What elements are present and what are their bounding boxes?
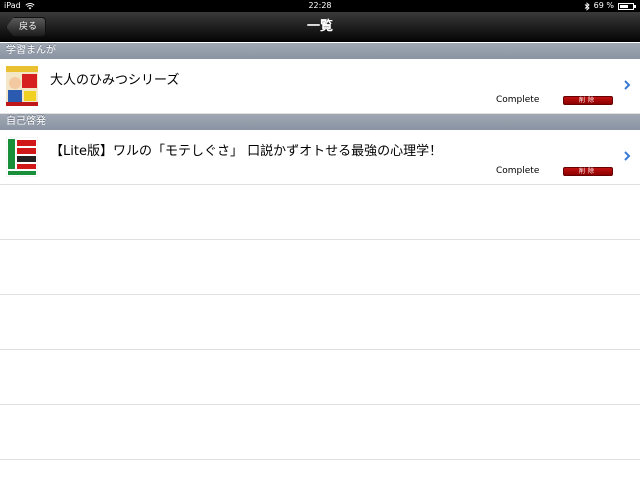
section-header-manga: 学習まんが bbox=[0, 43, 640, 59]
delete-button[interactable]: 削除 bbox=[563, 96, 613, 105]
navigation-bar: 一覧 戻る bbox=[0, 12, 640, 42]
download-status: Complete bbox=[496, 166, 540, 176]
item-title: 大人のひみつシリーズ bbox=[50, 73, 180, 88]
clock: 22:28 bbox=[308, 1, 332, 10]
book-cover-thumbnail bbox=[6, 66, 38, 106]
delete-button[interactable]: 削除 bbox=[563, 167, 613, 176]
battery-icon bbox=[618, 2, 636, 10]
list-item[interactable]: 大人のひみつシリーズ Complete 削除 bbox=[0, 59, 640, 114]
page-title: 一覧 bbox=[306, 19, 333, 34]
empty-row bbox=[0, 405, 640, 460]
bluetooth-icon bbox=[584, 1, 590, 11]
empty-row bbox=[0, 185, 640, 240]
book-cover-thumbnail bbox=[6, 137, 38, 177]
empty-row bbox=[0, 295, 640, 350]
list-item[interactable]: 【Lite版】ワルの「モテしぐさ」 口説かずオトせる最強の心理学！ Comple… bbox=[0, 130, 640, 185]
status-bar: iPad 22:28 69 % bbox=[0, 0, 640, 12]
chevron-right-icon bbox=[624, 151, 631, 161]
download-status: Complete bbox=[496, 95, 540, 105]
section-header-self-help: 自己啓発 bbox=[0, 114, 640, 130]
item-title: 【Lite版】ワルの「モテしぐさ」 口説かずオトせる最強の心理学！ bbox=[50, 144, 443, 159]
battery-percent: 69 % bbox=[593, 1, 614, 10]
empty-row bbox=[0, 350, 640, 405]
empty-row bbox=[0, 240, 640, 295]
back-button[interactable]: 戻る bbox=[6, 17, 47, 37]
chevron-right-icon bbox=[624, 80, 631, 90]
